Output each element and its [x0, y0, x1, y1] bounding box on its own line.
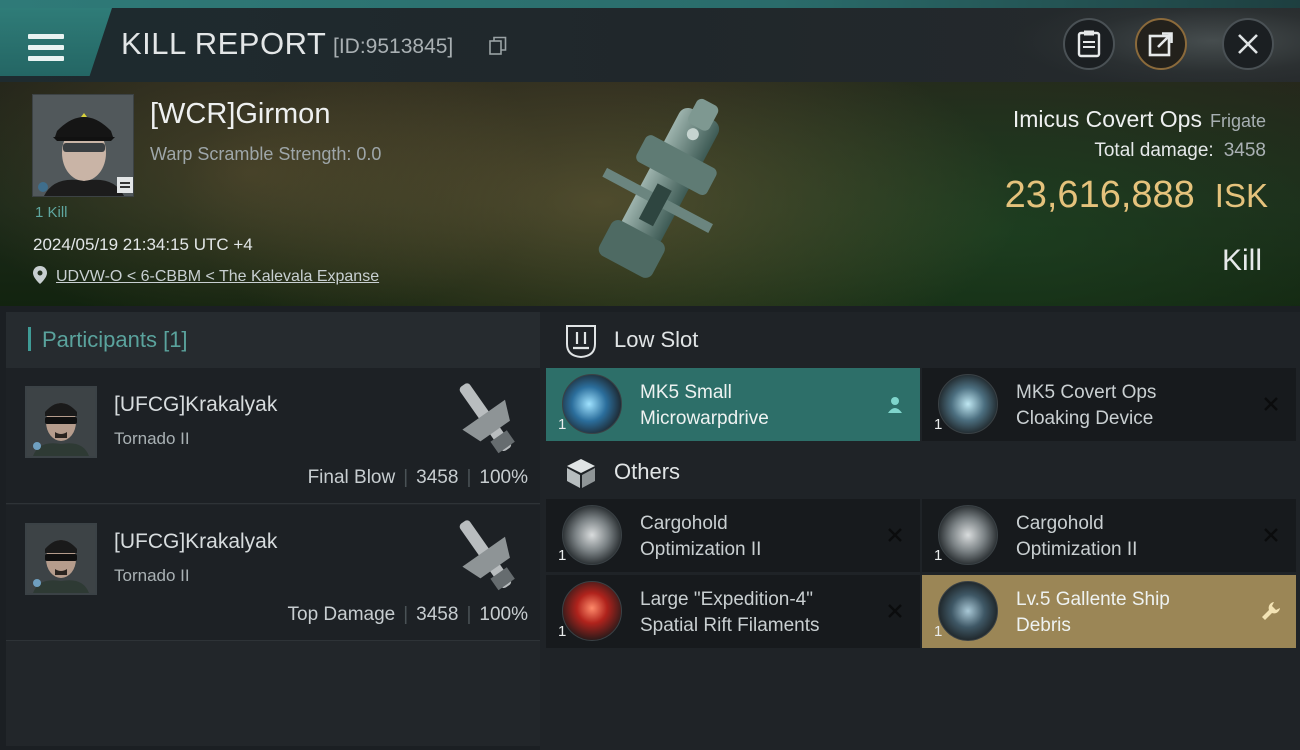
clipboard-icon [1077, 30, 1101, 58]
participant-ship-image [459, 520, 515, 591]
top-accent-line [0, 0, 1300, 8]
close-icon [1238, 34, 1258, 54]
kill-count: 1 Kill [35, 204, 68, 221]
item-name: MK5 Covert Ops Cloaking Device [1016, 382, 1157, 429]
section-marker [28, 327, 31, 351]
clipboard-button[interactable] [1063, 18, 1115, 70]
item-name: Cargohold Optimization II [1016, 513, 1138, 560]
item-quantity: 1 [558, 547, 567, 564]
total-damage-value: 3458 [1223, 140, 1266, 161]
participant-stats: Top Damage | 3458 | 100% [287, 604, 529, 625]
kill-result: Kill [1221, 244, 1262, 277]
item-gallente-ship-debris[interactable]: 1 Lv.5 Gallente Ship Debris [922, 575, 1296, 648]
participant-damage: 3458 [416, 604, 459, 625]
avatar [27, 388, 95, 456]
hamburger-icon [28, 34, 64, 62]
participant-ship: Tornado II [114, 429, 190, 448]
item-name: Cargohold Optimization II [640, 513, 762, 560]
item-cargohold-optimization[interactable]: 1 Cargohold Optimization II [922, 499, 1296, 572]
participant-percent: 100% [479, 604, 528, 625]
isk-value-row: 23,616,888 ISK [1005, 174, 1268, 217]
location-pin-icon [33, 266, 47, 284]
warp-scramble-strength: Warp Scramble Strength: 0.0 [150, 144, 382, 164]
participants-count: [1] [163, 327, 188, 352]
victim-portrait[interactable] [32, 94, 134, 197]
fitting-panel: Low Slot 1 MK5 Small Microwarpdrive 1 MK5… [540, 312, 1300, 750]
wrench-icon [1260, 600, 1282, 622]
victim-banner: [WCR]Girmon Warp Scramble Strength: 0.0 … [0, 82, 1300, 306]
kill-datetime: 2024/05/19 21:34:15 UTC +4 [33, 235, 253, 254]
participant-ship: Tornado II [114, 566, 190, 585]
ship-image [598, 98, 720, 278]
participants-panel: Participants [1] [UFCG]Krakalyak Tornado… [6, 312, 540, 746]
location-link[interactable]: UDVW-O < 6-CBBM < The Kalevala Expanse [56, 268, 379, 286]
close-icon [1260, 524, 1282, 546]
participants-label: Participants [42, 327, 157, 352]
filament-icon [562, 581, 622, 641]
close-button[interactable] [1222, 18, 1274, 70]
item-quantity: 1 [558, 416, 567, 433]
participant-stats: Final Blow | 3458 | 100% [307, 467, 528, 488]
participant-row[interactable]: [UFCG]Krakalyak Tornado II Final Blow | 34… [6, 368, 540, 504]
page-title: KILL REPORT [121, 26, 327, 61]
copy-icon[interactable] [489, 36, 507, 56]
item-cargohold-optimization[interactable]: 1 Cargohold Optimization II [546, 499, 920, 572]
item-spatial-rift-filaments[interactable]: 1 Large "Expedition-4" Spatial Rift Filam… [546, 575, 920, 648]
item-name: Lv.5 Gallente Ship Debris [1016, 589, 1170, 636]
share-button[interactable] [1135, 18, 1187, 70]
avatar [27, 525, 95, 593]
avatar [33, 95, 133, 196]
close-icon [1260, 393, 1282, 415]
item-name: Large "Expedition-4" Spatial Rift Filamen… [640, 589, 820, 636]
participant-role: Top Damage [287, 604, 396, 625]
participant-portrait[interactable] [25, 523, 97, 595]
participant-ship-image [459, 383, 515, 454]
participants-title: Participants [1] [42, 327, 188, 353]
close-icon [884, 600, 906, 622]
others-title: Others [614, 459, 681, 484]
participant-portrait[interactable] [25, 386, 97, 458]
victim-name[interactable]: [WCR]Girmon [150, 98, 330, 131]
microwarpdrive-icon [562, 374, 622, 434]
close-icon [884, 524, 906, 546]
cargohold-optimization-icon [562, 505, 622, 565]
total-damage: Total damage: 3458 [1094, 140, 1266, 162]
total-damage-label: Total damage: [1094, 140, 1214, 161]
ship-class: Frigate [1209, 111, 1266, 131]
item-name: MK5 Small Microwarpdrive [640, 382, 769, 429]
ship-debris-icon [938, 581, 998, 641]
participant-damage: 3458 [416, 467, 459, 488]
participant-role: Final Blow [307, 467, 396, 488]
report-id: [ID:9513845] [333, 35, 454, 58]
ship-type-name: Imicus Covert Ops [1012, 106, 1202, 132]
participant-row[interactable]: [UFCG]Krakalyak Tornado II Top Damage | 34… [6, 505, 540, 641]
item-quantity: 1 [934, 547, 943, 564]
participant-percent: 100% [479, 467, 528, 488]
person-icon [884, 393, 906, 415]
kill-report-window: KILL REPORT [ID:9513845] [WCR]Girmon War… [0, 0, 1300, 750]
cargohold-optimization-icon [938, 505, 998, 565]
ship-name[interactable]: Imicus Covert Ops Frigate [1013, 106, 1266, 133]
participant-name: [UFCG]Krakalyak [114, 393, 278, 416]
item-mk5-cloaking-device[interactable]: 1 MK5 Covert Ops Cloaking Device [922, 368, 1296, 441]
participant-name: [UFCG]Krakalyak [114, 530, 278, 553]
isk-unit: ISK [1214, 177, 1268, 214]
item-mk5-microwarpdrive[interactable]: 1 MK5 Small Microwarpdrive [546, 368, 920, 441]
item-quantity: 1 [558, 623, 567, 640]
share-icon [1148, 32, 1173, 57]
cube-icon [567, 459, 595, 488]
cloaking-device-icon [938, 374, 998, 434]
participants-header: Participants [1] [6, 312, 540, 368]
item-quantity: 1 [934, 623, 943, 640]
low-slot-icon [566, 325, 596, 358]
isk-value: 23,616,888 [1004, 174, 1195, 216]
item-quantity: 1 [934, 416, 943, 433]
low-slot-title: Low Slot [614, 327, 699, 352]
